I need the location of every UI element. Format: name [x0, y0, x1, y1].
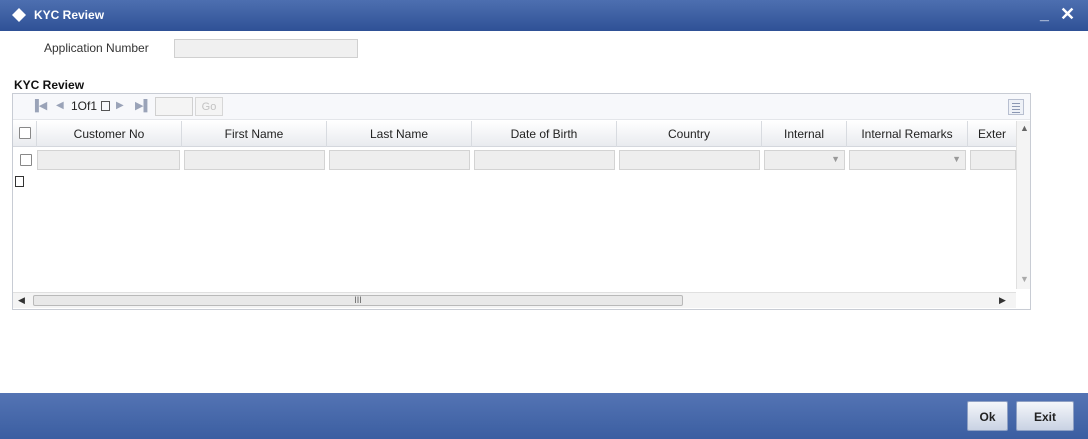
next-page-icon[interactable]: ▶ [116, 100, 124, 111]
external-field[interactable] [970, 150, 1016, 170]
grid-pager: ▐◀ ◀ 1Of1 ▶ ▶▌ Go [13, 94, 1030, 120]
diamond-icon [12, 8, 26, 22]
select-all-cell [13, 121, 37, 147]
scroll-left-icon[interactable]: ◀ [18, 295, 25, 306]
page-marker-box [101, 101, 110, 111]
first-page-icon[interactable]: ▐◀ [31, 99, 47, 112]
internal-select[interactable]: ▼ [764, 150, 845, 170]
table-row: ▼ ▼ [13, 148, 1016, 172]
grid-settings-icon[interactable] [1008, 99, 1024, 115]
internal-remarks-select[interactable]: ▼ [849, 150, 966, 170]
title-bar: KYC Review _ ✕ [0, 0, 1088, 31]
column-header-customer-no[interactable]: Customer No [37, 121, 182, 147]
date-of-birth-field[interactable] [474, 150, 615, 170]
footer-bar: Ok Exit [0, 393, 1088, 439]
application-number-label: Application Number [44, 41, 149, 55]
column-header-first-name[interactable]: First Name [182, 121, 327, 147]
horizontal-scrollbar[interactable]: ◀ III ▶ [13, 292, 1016, 308]
chevron-down-icon: ▼ [952, 154, 961, 164]
window-title: KYC Review [34, 8, 105, 22]
application-number-input[interactable] [174, 39, 358, 58]
customer-no-field[interactable] [37, 150, 180, 170]
column-header-date-of-birth[interactable]: Date of Birth [472, 121, 617, 147]
prev-page-icon[interactable]: ◀ [56, 100, 64, 111]
column-header-country[interactable]: Country [617, 121, 762, 147]
last-name-field[interactable] [329, 150, 470, 170]
scroll-down-icon[interactable]: ▼ [1020, 274, 1029, 284]
last-page-icon[interactable]: ▶▌ [135, 99, 151, 112]
scroll-up-icon[interactable]: ▲ [1020, 123, 1029, 133]
scroll-right-icon[interactable]: ▶ [999, 295, 1006, 306]
ok-button[interactable]: Ok [967, 401, 1008, 431]
page-indicator: 1Of1 [71, 99, 98, 113]
kyc-review-grid: ▐◀ ◀ 1Of1 ▶ ▶▌ Go Customer No First Name… [12, 93, 1031, 310]
vertical-scrollbar[interactable]: ▲ ▼ [1016, 121, 1030, 289]
exit-button[interactable]: Exit [1016, 401, 1074, 431]
country-field[interactable] [619, 150, 760, 170]
column-header-last-name[interactable]: Last Name [327, 121, 472, 147]
minimize-button[interactable]: _ [1040, 6, 1049, 24]
select-all-checkbox[interactable] [19, 127, 31, 139]
page-number-input[interactable] [155, 97, 193, 116]
grid-header: Customer No First Name Last Name Date of… [13, 121, 1016, 147]
column-header-internal-remarks[interactable]: Internal Remarks [847, 121, 968, 147]
row-marker-box [15, 176, 24, 187]
column-header-internal[interactable]: Internal [762, 121, 847, 147]
go-button[interactable]: Go [195, 97, 223, 116]
horizontal-scroll-thumb[interactable]: III [33, 295, 683, 306]
close-button[interactable]: ✕ [1060, 4, 1075, 25]
first-name-field[interactable] [184, 150, 325, 170]
section-title: KYC Review [14, 78, 85, 92]
chevron-down-icon: ▼ [831, 154, 840, 164]
column-header-external[interactable]: Exter [968, 121, 1016, 147]
row-checkbox[interactable] [20, 154, 32, 166]
